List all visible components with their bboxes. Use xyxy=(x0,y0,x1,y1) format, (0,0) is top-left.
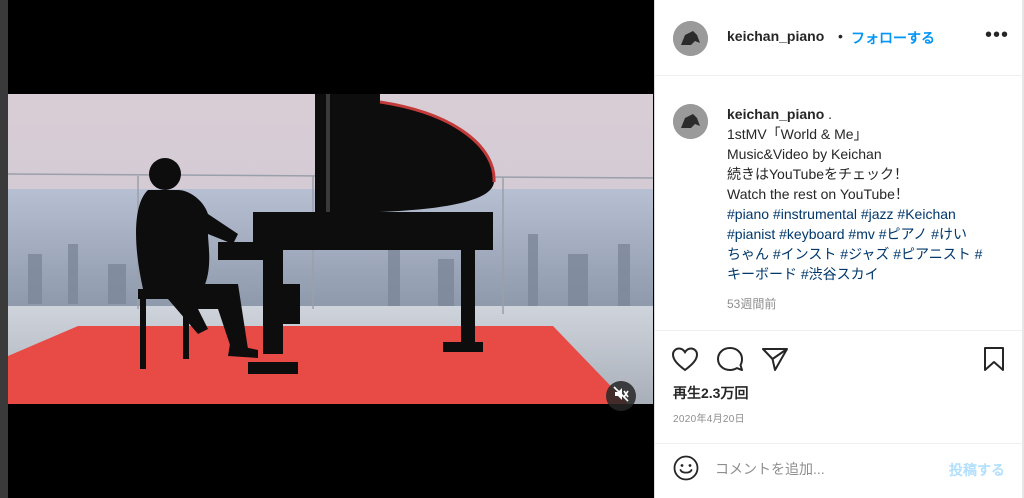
post-side-panel: keichan_piano • フォローする ••• keichan_piano… xyxy=(654,0,1023,498)
more-options-icon[interactable]: ••• xyxy=(985,24,1009,47)
speaker-muted-icon xyxy=(613,385,629,407)
hashtag-line[interactable]: #piano #instrumental #jazz #Keichan xyxy=(727,204,1007,224)
post-header: keichan_piano • フォローする ••• xyxy=(655,0,1022,76)
follow-button[interactable]: フォローする xyxy=(851,28,935,48)
hashtag-line[interactable]: キーボード #渋谷スカイ xyxy=(727,264,1007,284)
caption-line: 続きはYouTubeをチェック！ xyxy=(727,166,909,182)
post-comment-button[interactable]: 投稿する xyxy=(949,460,1005,480)
media-viewer[interactable] xyxy=(8,0,653,498)
video-player[interactable] xyxy=(8,94,653,404)
bookmark-icon[interactable] xyxy=(982,346,1006,377)
video-frame-piano-performance xyxy=(8,94,653,404)
comment-input[interactable] xyxy=(715,458,935,480)
caption-line: Music&Video by Keichan xyxy=(727,146,882,162)
caption-line: Watch the rest on YouTube！ xyxy=(727,186,909,202)
caption-text: keichan_piano . 1stMV「World & Me」 Music&… xyxy=(727,104,1007,284)
caption-time-ago[interactable]: 53週間前 xyxy=(727,295,776,312)
hashtag-line[interactable]: ちゃん #インスト #ジャズ #ピアニスト # xyxy=(727,244,1007,264)
mute-toggle-button[interactable] xyxy=(606,381,636,411)
add-comment-bar: 投稿する xyxy=(655,443,1023,498)
heart-icon[interactable] xyxy=(671,346,699,377)
caption-avatar[interactable] xyxy=(673,104,708,139)
separator-dot: • xyxy=(838,28,843,44)
view-count[interactable]: 再生2.3万回 xyxy=(673,383,748,403)
smiley-icon[interactable] xyxy=(673,455,699,486)
paper-plane-icon[interactable] xyxy=(761,347,789,377)
left-edge-strip xyxy=(0,0,8,498)
hashtag-line[interactable]: #pianist #keyboard #mv #ピアノ #けい xyxy=(727,224,1007,244)
caption-line: 1stMV「World & Me」 xyxy=(727,126,868,142)
post-author-username[interactable]: keichan_piano xyxy=(727,28,824,44)
caption-area: keichan_piano . 1stMV「World & Me」 Music&… xyxy=(655,77,1023,329)
caption-username[interactable]: keichan_piano xyxy=(727,106,824,122)
caption-username-suffix: . xyxy=(824,106,833,122)
comment-icon[interactable] xyxy=(716,346,744,377)
avatar[interactable] xyxy=(673,21,708,56)
post-date[interactable]: 2020年4月20日 xyxy=(673,410,745,425)
post-actions: 再生2.3万回 2020年4月20日 xyxy=(655,330,1023,442)
